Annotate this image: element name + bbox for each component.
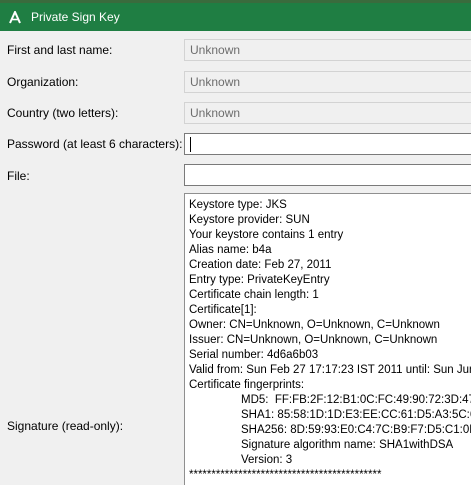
organization-field: Unknown [184, 71, 471, 93]
password-field[interactable] [184, 133, 471, 155]
text-caret [190, 136, 191, 152]
first-last-name-value: Unknown [190, 43, 241, 57]
signature-line: Version: 3 [241, 454, 293, 466]
signature-line: Entry type: PrivateKeyEntry [189, 274, 330, 286]
signature-line: Certificate[1]: [189, 304, 257, 316]
signature-line: Your keystore contains 1 entry [189, 229, 344, 241]
signature-line: Alias name: b4a [189, 244, 272, 256]
signature-line: SHA1: 85:58:1D:1D:E3:EE:CC:61:D5:A3:5C:6… [241, 409, 471, 421]
title-bar[interactable]: Private Sign Key [0, 3, 471, 31]
signature-line: SHA256: 8D:59:93:E0:C4:7C:B9:F7:D5:C1:0B… [241, 424, 471, 436]
signature-line: Owner: CN=Unknown, O=Unknown, C=Unknown [189, 319, 440, 331]
signature-line: Valid from: Sun Feb 27 17:17:23 IST 2011… [189, 364, 471, 376]
country-field: Unknown [184, 102, 471, 124]
file-label: File: [7, 169, 30, 183]
password-label: Password (at least 6 characters): [7, 137, 183, 151]
signature-line: Issuer: CN=Unknown, O=Unknown, C=Unknown [189, 334, 438, 346]
window-title: Private Sign Key [31, 10, 120, 24]
country-value: Unknown [190, 106, 241, 120]
signature-line: Keystore provider: SUN [189, 214, 310, 226]
file-field[interactable] [184, 164, 471, 186]
signature-line: Certificate fingerprints: [189, 379, 305, 391]
signature-label: Signature (read-only): [7, 419, 124, 433]
dialog-body: First and last name: Unknown Organizatio… [0, 31, 471, 485]
country-label: Country (two letters): [7, 106, 119, 120]
signature-line: Serial number: 4d6a6b03 [189, 349, 319, 361]
signature-line: Signature algorithm name: SHA1withDSA [241, 439, 454, 451]
organization-value: Unknown [190, 75, 241, 89]
app-icon [7, 9, 23, 25]
signature-line: MD5: FF:FB:2F:12:B1:0C:FC:49:90:72:3D:47… [241, 394, 471, 406]
signature-line: Creation date: Feb 27, 2011 [189, 259, 332, 271]
first-last-name-label: First and last name: [7, 43, 113, 57]
organization-label: Organization: [7, 75, 79, 89]
signature-line: Keystore type: JKS [189, 199, 287, 211]
first-last-name-field: Unknown [184, 39, 471, 61]
signature-line: Certificate chain length: 1 [189, 289, 319, 301]
signature-line: ****************************************… [189, 469, 382, 481]
signature-textarea[interactable]: Keystore type: JKS Keystore provider: SUN… [184, 193, 471, 485]
